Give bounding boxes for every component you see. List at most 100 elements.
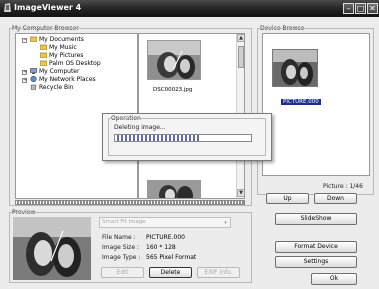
strip-segment — [101, 201, 103, 204]
scroll-up-arrow[interactable]: ▲ — [237, 34, 244, 42]
strip-segment — [92, 201, 94, 204]
strip-segment — [173, 201, 175, 204]
strip-segment — [68, 201, 70, 204]
device-thumbnail-image[interactable] — [272, 49, 318, 87]
title-bar[interactable]: ImageViewer 4 – □ ✕ — [0, 0, 379, 17]
progress-segment — [145, 135, 147, 141]
strip-segment — [26, 201, 28, 204]
progress-segment — [185, 135, 187, 141]
strip-segment — [185, 201, 187, 204]
strip-segment — [71, 201, 73, 204]
image-type-label: Image Type : — [102, 254, 141, 261]
maximize-button[interactable]: □ — [355, 3, 366, 14]
strip-segment — [86, 201, 88, 204]
strip-segment — [161, 201, 163, 204]
scroll-thumb[interactable] — [238, 46, 244, 68]
strip-segment — [218, 201, 220, 204]
strip-segment — [236, 201, 238, 204]
strip-segment — [44, 201, 46, 204]
chevron-down-icon: ▾ — [224, 220, 227, 226]
strip-segment — [50, 201, 52, 204]
progress-segment — [197, 135, 199, 141]
strip-segment — [119, 201, 121, 204]
close-button[interactable]: ✕ — [367, 3, 378, 14]
progress-segment — [149, 135, 151, 141]
strip-segment — [182, 201, 184, 204]
tree-label: My Documents — [39, 36, 84, 43]
strip-segment — [188, 201, 190, 204]
edit-button[interactable]: Edit — [101, 267, 144, 278]
preview-image — [13, 217, 91, 280]
tree-item-my-documents[interactable]: My Documents — [29, 36, 84, 43]
tree-label: Recycle Bin — [39, 84, 74, 91]
strip-segment — [77, 201, 79, 204]
device-thumbnail-list[interactable]: PICTURE.000 — [262, 33, 370, 176]
expander-my-network-places[interactable]: + — [22, 78, 27, 83]
up-button[interactable]: Up — [266, 193, 309, 204]
progress-segment — [177, 135, 179, 141]
strip-segment — [146, 201, 148, 204]
strip-segment — [212, 201, 214, 204]
device-thumbnail-filename[interactable]: PICTURE.000 — [281, 99, 321, 105]
recycle-bin-icon — [30, 84, 37, 91]
progress-segment — [193, 135, 195, 141]
down-button[interactable]: Down — [314, 193, 357, 204]
settings-button[interactable]: Settings — [275, 256, 357, 268]
strip-segment — [152, 201, 154, 204]
tree-item-my-network-places[interactable]: My Network Places — [30, 75, 96, 83]
strip-segment — [242, 201, 244, 204]
tree-label: Palm OS Desktop — [49, 60, 101, 67]
strip-segment — [113, 201, 115, 204]
strip-segment — [29, 201, 31, 204]
strip-segment — [140, 201, 142, 204]
strip-segment — [83, 201, 85, 204]
strip-segment — [95, 201, 97, 204]
thumbnail-image[interactable] — [147, 40, 201, 80]
tree-item-my-music[interactable]: My Music — [39, 44, 77, 51]
strip-segment — [200, 201, 202, 204]
strip-segment — [128, 201, 130, 204]
strip-segment — [104, 201, 106, 204]
tree-item-palm-os-desktop[interactable]: Palm OS Desktop — [39, 60, 101, 67]
progress-segment — [181, 135, 183, 141]
strip-segment — [137, 201, 139, 204]
image-type-value: 565 Pixel Format — [146, 254, 197, 261]
strip-segment — [59, 201, 61, 204]
expander-my-documents[interactable]: − — [22, 38, 27, 43]
file-name-label: File Name : — [102, 234, 136, 241]
strip-segment — [149, 201, 151, 204]
strip-segment — [158, 201, 160, 204]
fit-mode-value: Smart Fit Image — [102, 219, 146, 225]
minimize-button[interactable]: – — [343, 3, 354, 14]
tree-item-my-computer[interactable]: My Computer — [30, 68, 79, 75]
strip-segment — [47, 201, 49, 204]
strip-segment — [209, 201, 211, 204]
strip-segment — [65, 201, 67, 204]
progress-segment — [129, 135, 131, 141]
slideshow-button[interactable]: SlideShow — [275, 213, 357, 225]
exif-info-button[interactable]: EXIF Info. — [197, 267, 240, 278]
strip-segment — [176, 201, 178, 204]
picture-counter: Picture : 1/46 — [323, 183, 363, 190]
folder-icon — [39, 60, 48, 67]
format-device-button[interactable]: Format Device — [275, 241, 357, 253]
tree-label: My Computer — [39, 68, 80, 75]
scroll-down-arrow[interactable]: ▼ — [237, 189, 244, 197]
strip-segment — [131, 201, 133, 204]
network-icon — [30, 75, 37, 83]
expander-my-computer[interactable]: + — [22, 70, 27, 75]
folder-icon — [39, 52, 48, 59]
tree-item-recycle-bin[interactable]: Recycle Bin — [30, 84, 74, 91]
strip-segment — [203, 201, 205, 204]
delete-button[interactable]: Delete — [149, 267, 192, 278]
strip-segment — [107, 201, 109, 204]
fit-mode-select[interactable]: Smart Fit Image ▾ — [99, 217, 231, 228]
main-client-area: My Computer Browser − My Documents My Mu… — [0, 17, 379, 289]
ok-button[interactable]: Ok — [311, 273, 357, 285]
thumbnail-image[interactable] — [147, 180, 201, 198]
progress-segment — [125, 135, 127, 141]
progress-segment — [153, 135, 155, 141]
tree-item-my-pictures[interactable]: My Pictures — [39, 52, 83, 59]
strip-segment — [41, 201, 43, 204]
operation-dialog[interactable]: Operation Deleting image... — [102, 113, 272, 161]
